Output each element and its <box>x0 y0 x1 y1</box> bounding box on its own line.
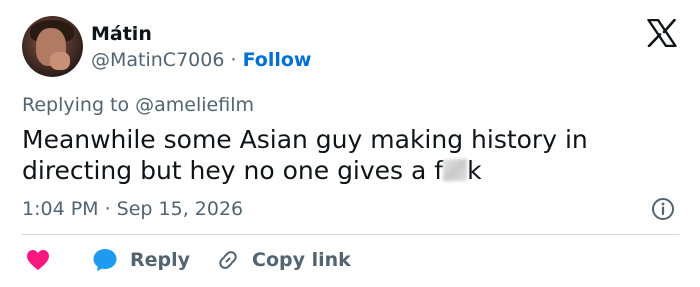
link-icon <box>219 251 237 269</box>
timestamp[interactable]: 1:04 PM · Sep 15, 2026 <box>22 197 243 221</box>
divider <box>22 234 679 235</box>
reply-context: Replying to @ameliefilm <box>22 94 254 116</box>
display-name[interactable]: Mátin <box>91 23 152 45</box>
reply-label: Reply <box>130 249 191 271</box>
copy-link-label: Copy link <box>252 249 351 271</box>
reply-button[interactable]: Reply <box>92 246 190 274</box>
follow-button[interactable]: Follow <box>243 49 312 71</box>
avatar-hand <box>50 52 70 70</box>
avatar[interactable] <box>22 16 83 77</box>
tweet-card: Mátin @MatinC7006 · Follow Replying to @… <box>0 0 700 287</box>
censor-blur <box>443 159 468 181</box>
like-button[interactable] <box>26 246 50 274</box>
tweet-text-main: Meanwhile some Asian guy making history … <box>22 125 588 185</box>
x-logo-icon[interactable] <box>647 19 677 47</box>
handle-row: @MatinC7006 · Follow <box>91 48 311 72</box>
speech-bubble-icon <box>93 249 117 271</box>
info-icon[interactable] <box>651 197 675 221</box>
tweet-text-end: k <box>467 156 482 185</box>
separator: · <box>230 49 237 71</box>
heart-icon <box>27 250 49 270</box>
handle[interactable]: @MatinC7006 <box>91 49 224 71</box>
author-block: Mátin <box>91 22 152 46</box>
copy-link-button[interactable]: Copy link <box>216 246 351 274</box>
tweet-text: Meanwhile some Asian guy making history … <box>22 124 662 186</box>
